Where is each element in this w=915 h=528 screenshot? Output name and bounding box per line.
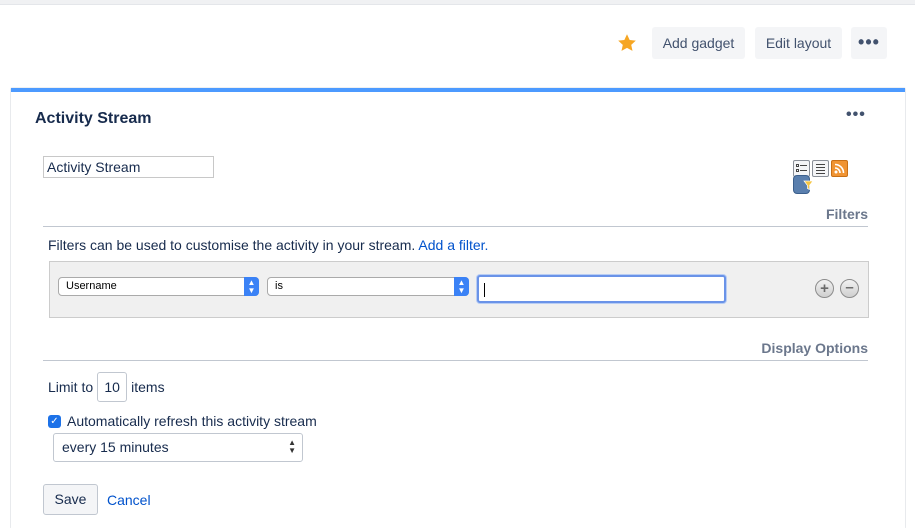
limit-row: Limit to 10 items xyxy=(48,372,165,402)
stream-title-input[interactable]: Activity Stream xyxy=(43,156,214,178)
select-arrows-icon: ▲ ▼ xyxy=(288,438,296,455)
filter-operator-value: is xyxy=(275,280,283,292)
limit-input[interactable]: 10 xyxy=(97,372,128,402)
full-view-icon[interactable] xyxy=(812,160,829,177)
filters-description-text: Filters can be used to customise the act… xyxy=(48,237,416,253)
filter-view-icon[interactable] xyxy=(793,175,814,194)
more-options-button[interactable]: ••• xyxy=(851,27,887,59)
auto-refresh-label: Automatically refresh this activity stre… xyxy=(67,413,317,429)
star-icon[interactable] xyxy=(616,32,638,54)
filter-row: Username ▲ ▼ is ▲ ▼ + – xyxy=(49,261,869,318)
save-button[interactable]: Save xyxy=(43,484,98,515)
select-arrows-icon: ▲ ▼ xyxy=(454,277,469,296)
filter-operator-select[interactable]: is ▲ ▼ xyxy=(267,277,469,296)
filter-field-value: Username xyxy=(66,280,117,292)
view-mode-toolbar xyxy=(793,160,848,194)
limit-label: Limit to xyxy=(48,379,94,395)
filter-field-select[interactable]: Username ▲ ▼ xyxy=(58,277,259,296)
select-arrows-icon: ▲ ▼ xyxy=(244,277,259,296)
remove-filter-row-icon[interactable]: – xyxy=(840,279,859,298)
display-options-heading: Display Options xyxy=(43,340,868,361)
cancel-link[interactable]: Cancel xyxy=(107,492,151,508)
add-filter-row-icon[interactable]: + xyxy=(815,279,834,298)
gadget-title: Activity Stream xyxy=(35,110,152,127)
add-filter-link[interactable]: Add a filter. xyxy=(418,237,488,253)
gadget-more-button[interactable]: ••• xyxy=(846,106,866,124)
filters-heading: Filters xyxy=(43,206,868,227)
edit-layout-button[interactable]: Edit layout xyxy=(755,27,842,59)
activity-stream-gadget: Activity Stream ••• Activity Stream Filt… xyxy=(11,88,905,528)
top-border xyxy=(0,0,915,5)
text-cursor xyxy=(484,283,485,297)
refresh-interval-value: every 15 minutes xyxy=(62,439,169,455)
rss-icon[interactable] xyxy=(831,160,848,177)
filter-value-input[interactable] xyxy=(477,275,726,303)
add-gadget-button[interactable]: Add gadget xyxy=(652,27,745,59)
limit-suffix: items xyxy=(131,379,165,395)
refresh-interval-select[interactable]: every 15 minutes ▲ ▼ xyxy=(53,433,303,462)
auto-refresh-row: ✓ Automatically refresh this activity st… xyxy=(48,413,317,429)
auto-refresh-checkbox[interactable]: ✓ xyxy=(48,414,61,428)
filters-description: Filters can be used to customise the act… xyxy=(48,237,488,253)
